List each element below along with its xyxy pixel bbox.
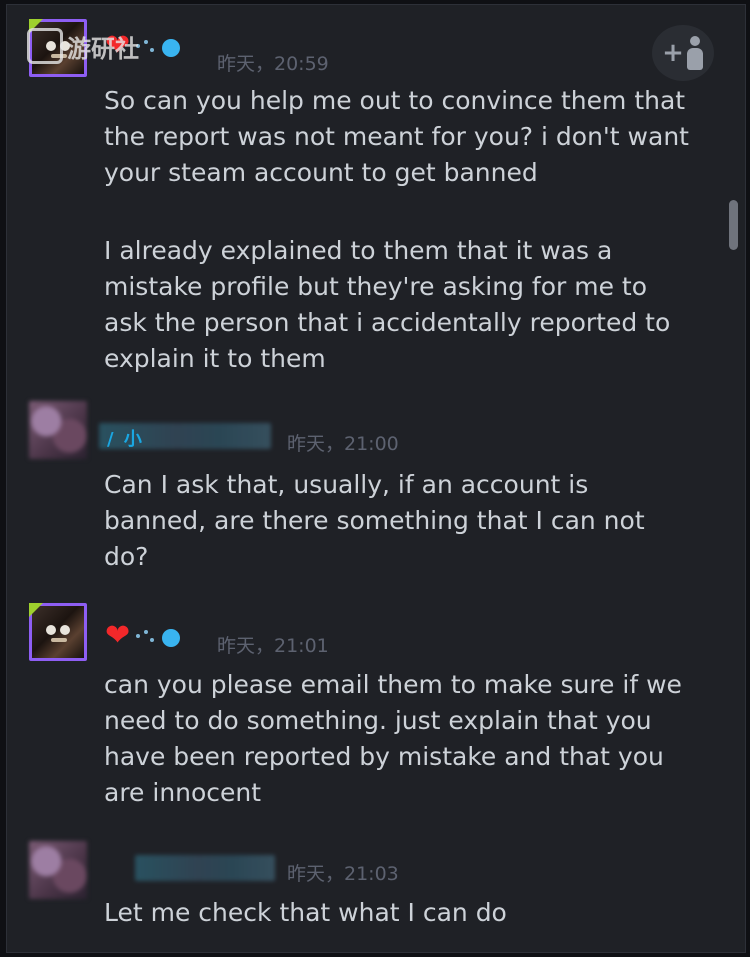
message-timestamp: 昨天，21:00: [287, 433, 399, 455]
watermark-text: 游研社: [67, 34, 139, 63]
message-timestamp: 昨天，21:01: [217, 635, 329, 657]
chat-message-group: ❤ 昨天，21:01 can you please email them to …: [7, 595, 727, 825]
persona-name-blurred[interactable]: [135, 855, 275, 881]
watermark-logo-icon: [27, 28, 63, 64]
message-text: can you please email them to make sure i…: [104, 670, 682, 807]
add-friend-button[interactable]: +: [652, 25, 714, 81]
avatar-face: [46, 622, 72, 644]
persona-name[interactable]: ❤: [105, 621, 182, 651]
avatar[interactable]: [29, 603, 87, 661]
scrollbar[interactable]: [729, 200, 738, 250]
message-text: Let me check that what I can do: [104, 898, 507, 927]
chat-message-group: 昨天，21:03 Let me check that what I can do: [7, 835, 727, 950]
dots-icon: [134, 624, 182, 648]
chat-window: ❤ 昨天，20:59 So can you help me out to con…: [6, 4, 746, 953]
message-text: Can I ask that, usually, if an account i…: [104, 470, 645, 571]
message-text: I already explained to them that it was …: [104, 236, 671, 373]
dots-icon: [134, 34, 182, 58]
chat-message-group: / 小 昨天，21:00 Can I ask that, usually, if…: [7, 395, 727, 585]
persona-name: / 小: [107, 429, 144, 450]
message-timestamp: 昨天，21:03: [287, 863, 399, 885]
add-friend-icon: [686, 36, 704, 70]
avatar[interactable]: [29, 841, 87, 899]
message-timestamp: 昨天，20:59: [217, 53, 329, 75]
message-text: So can you help me out to convince them …: [104, 86, 689, 187]
plus-icon: +: [662, 38, 684, 68]
watermark: 游研社: [27, 23, 139, 69]
heart-icon: ❤: [105, 618, 131, 653]
avatar[interactable]: [29, 401, 87, 459]
